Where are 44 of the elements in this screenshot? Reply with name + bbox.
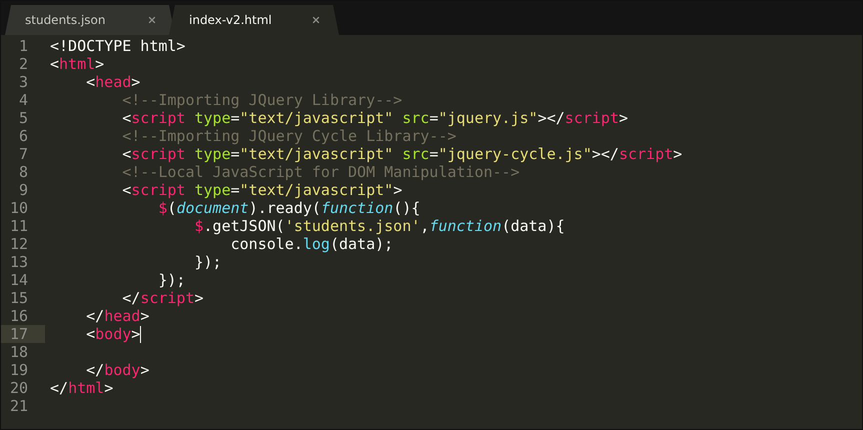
line-number: 14 — [10, 271, 28, 289]
code-line: console.log(data); — [230, 235, 394, 253]
line-number: 17 — [10, 325, 28, 343]
tab[interactable]: index-v2.html — [169, 5, 339, 35]
line-number: 7 — [18, 145, 28, 163]
code-line: <script type="text/javascript"> — [121, 181, 402, 199]
line-number: 8 — [18, 163, 28, 181]
code-line: </html> — [50, 379, 114, 397]
line-number: 5 — [18, 109, 28, 127]
close-icon[interactable] — [311, 15, 321, 25]
code-line: </body> — [85, 361, 150, 379]
line-number: 13 — [10, 253, 28, 271]
code-line: <!--Local JavaScript for DOM Manipulation--> — [121, 163, 520, 181]
line-number: 9 — [18, 181, 28, 199]
code-line: <!--Importing JQuery Library--> — [121, 91, 402, 109]
line-number: 2 — [18, 55, 28, 73]
line-number: 11 — [10, 217, 28, 235]
code-line: </script> — [121, 289, 204, 307]
code-line: <!--Importing JQuery Cycle Library--> — [121, 127, 456, 145]
close-icon[interactable] — [147, 15, 157, 25]
code-line: </head> — [85, 307, 150, 325]
line-number: 18 — [10, 343, 28, 361]
line-number: 16 — [10, 307, 28, 325]
line-number: 3 — [18, 73, 28, 91]
line-number: 21 — [10, 397, 28, 415]
code-line: <body> — [85, 325, 140, 343]
code-line: <script type="text/javascript" src="jquery-cycle.js"></script> — [121, 145, 682, 163]
code-line: $(document).ready(function(){ — [157, 199, 420, 217]
line-number: 10 — [10, 199, 28, 217]
code-line: }); — [157, 271, 186, 289]
line-number: 4 — [18, 91, 28, 109]
text-cursor — [140, 326, 142, 342]
line-number: 19 — [10, 361, 28, 379]
line-number: 1 — [18, 37, 28, 55]
code-line: <html> — [50, 55, 104, 73]
code-line: <script type="text/javascript" src="jquery.js"></script> — [121, 109, 628, 127]
code-line: }); — [193, 253, 222, 271]
line-number: 20 — [10, 379, 28, 397]
line-number: 6 — [18, 127, 28, 145]
code-line: $.getJSON('students.json',function(data){ — [193, 217, 565, 235]
code-line: <!DOCTYPE html> — [50, 37, 186, 55]
code-line: <head> — [85, 73, 140, 91]
line-number: 15 — [10, 289, 28, 307]
line-number: 12 — [10, 235, 28, 253]
